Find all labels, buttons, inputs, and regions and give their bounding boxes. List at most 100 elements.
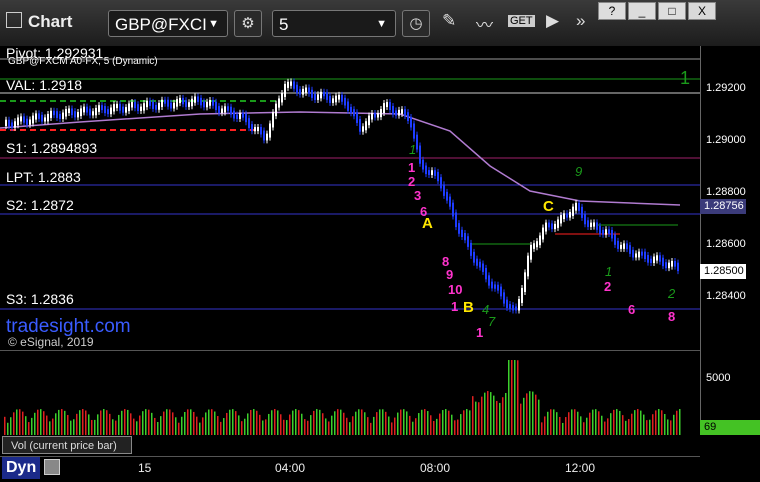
candle-bar [317,94,319,100]
candle-bar [11,122,13,128]
help-button[interactable]: ? [598,2,626,20]
volume-bar [253,409,255,435]
interval-select[interactable]: 5 ▼ [272,10,396,37]
candle-bar [530,244,532,260]
candle-bar [41,114,43,122]
time-template-button[interactable]: ◷ [402,10,430,37]
candle-bar [587,220,589,227]
volume-bar [481,396,483,435]
volume-tab[interactable]: Vol (current price bar) [2,436,132,454]
volume-bar [448,410,450,435]
volume-bar [655,410,657,435]
price-chart[interactable]: A B C 1 2 3 6 8 9 10 1 1 2 6 8 1 4 7 9 1 2 [0,46,700,346]
volume-bar [406,411,408,435]
price-tick: 1.28800 [706,186,746,198]
candle-bar [173,102,175,109]
volume-bar [238,415,240,435]
volume-bar [445,409,447,435]
candle-bar [341,94,343,102]
volume-bar [508,351,510,435]
volume-bar [415,418,417,435]
volume-bar [499,402,501,435]
volume-bar [127,409,129,435]
lock-icon[interactable] [44,459,60,475]
volume-bar [403,409,405,435]
volume-bar [334,411,336,435]
price-tick: 1.28600 [706,238,746,250]
volume-bar [319,409,321,435]
draw-pencil-icon[interactable]: ✎ [442,11,456,31]
volume-bar [145,409,147,435]
volume-bar [247,413,249,435]
volume-bar [604,421,606,435]
volume-bar [664,414,666,435]
candle-bar [59,113,61,119]
volume-bar [478,402,480,435]
candle-bar [332,98,334,103]
volume-bar [652,414,654,435]
price-chart-canvas: ABC123689101126 8147912 [0,58,700,340]
chevron-down-icon: ▼ [376,18,387,30]
interval-value: 5 [279,15,289,34]
volume-bar [421,409,423,435]
s3-label: S3: 1.2836 [6,291,74,307]
candle-bar [116,103,118,109]
volume-pane[interactable] [0,351,700,435]
candle-bar [209,100,211,106]
candle-bar [188,102,190,107]
volume-bar [667,419,669,435]
candle-bar [113,104,115,112]
volume-bar [550,409,552,435]
close-button[interactable]: X [688,2,716,20]
volume-bar [535,394,537,435]
candle-bar [242,112,244,118]
candle-bar [668,262,670,269]
volume-bar [310,415,312,435]
candle-bar [632,249,634,258]
volume-bar [349,422,351,435]
candle-bar [524,272,526,292]
volume-bar [331,415,333,435]
volume-bar [475,401,477,435]
volume-bar [565,417,567,435]
volume-bar [571,409,573,435]
candle-bar [122,106,124,113]
volume-bar [289,414,291,435]
volume-bar [526,393,528,435]
volume-bar [676,410,678,435]
candle-bar [290,81,292,86]
more-arrows-icon[interactable]: » [576,11,585,31]
candle-bar [500,286,502,297]
candle-bar [569,211,571,218]
candle-bar [251,124,253,132]
volume-canvas [4,351,681,435]
candle-bar [545,222,547,232]
candle-bar [266,133,268,141]
volume-bar [388,416,390,435]
volume-bar [100,410,102,435]
candle-bar [152,101,154,109]
minimize-button[interactable]: _ [628,2,656,20]
symbol-select[interactable]: GBP@FXCI ▼ [108,10,228,37]
candle-bar [272,112,274,128]
candle-bar [146,100,148,108]
volume-bar [121,410,123,435]
candle-bar [365,121,367,131]
volume-bar [220,421,222,435]
play-icon[interactable]: ▶ [546,11,559,31]
get-data-icon[interactable]: GET [508,15,535,27]
candle-bar [410,116,412,128]
volume-bar [649,419,651,435]
volume-bar [391,422,393,435]
studies-icon[interactable]: 〰 [476,11,493,36]
link-settings-button[interactable]: ⚙ [234,10,262,37]
candle-bar [326,92,328,100]
volume-bar [454,420,456,435]
dynamic-label[interactable]: Dyn [2,457,41,479]
candle-bar [323,91,325,97]
candle-bar [227,106,229,111]
maximize-button[interactable]: □ [658,2,686,20]
volume-bar [583,422,585,435]
volume-bar [166,409,168,435]
pane-divider[interactable] [0,350,700,351]
